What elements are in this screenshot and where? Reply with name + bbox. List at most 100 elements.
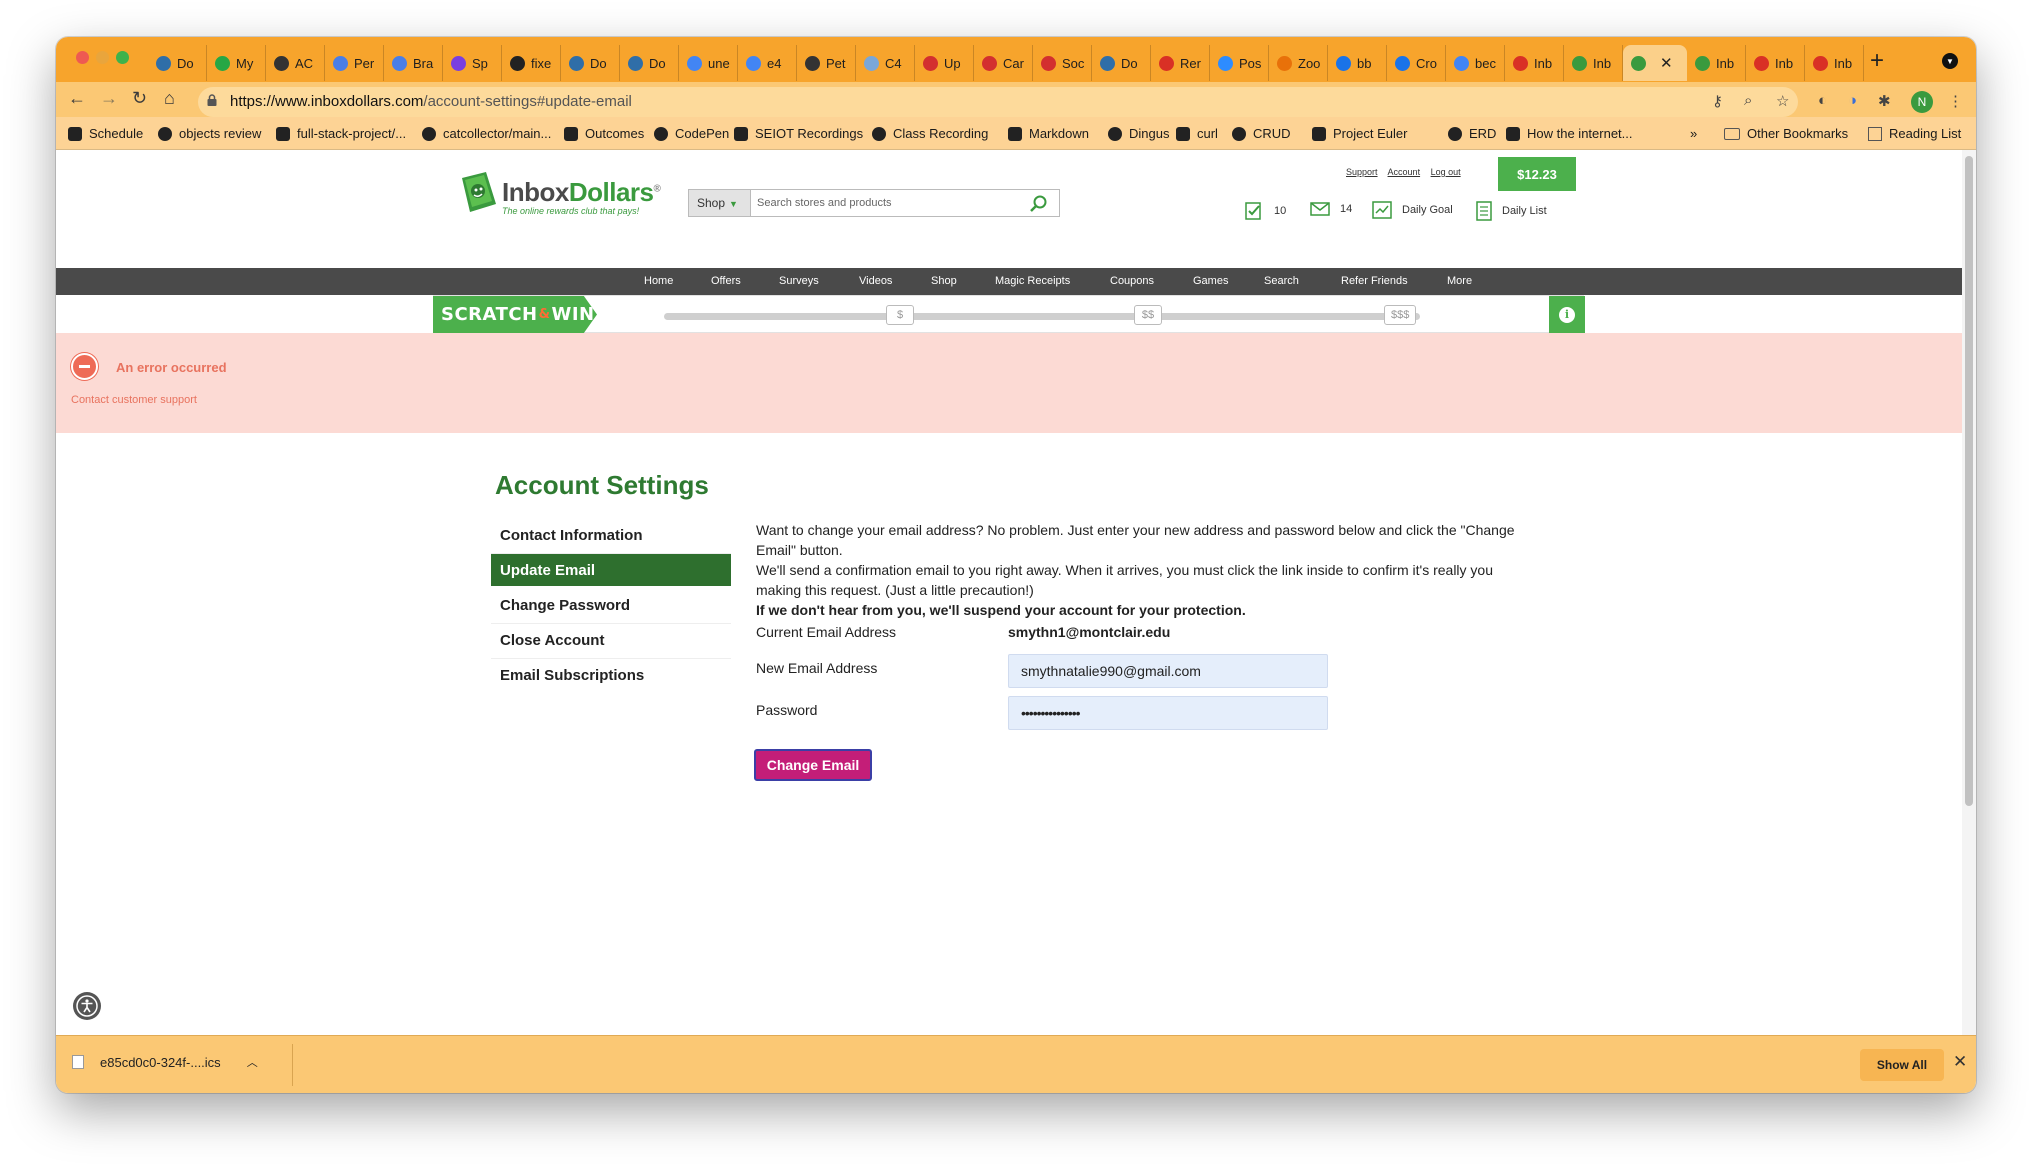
bookmark-item[interactable]: Outcomes — [564, 126, 644, 141]
bookmark-item[interactable]: SEIOT Recordings — [734, 126, 863, 141]
password-input[interactable]: ••••••••••••••• — [1008, 696, 1328, 730]
browser-tab[interactable]: bb — [1328, 45, 1387, 81]
nav-item[interactable]: Offers — [711, 275, 741, 287]
reading-list[interactable]: Reading List — [1868, 126, 1961, 141]
bookmark-star-icon[interactable]: ☆ — [1776, 92, 1789, 110]
browser-tab[interactable]: Do — [620, 45, 679, 81]
puzzle-icon[interactable]: ✱ — [1878, 92, 1891, 110]
account-link[interactable]: Account — [1388, 167, 1421, 177]
bookmark-item[interactable]: Schedule — [68, 126, 143, 141]
nav-item[interactable]: Shop — [931, 275, 957, 287]
browser-tab[interactable]: Inb — [1564, 45, 1623, 81]
accessibility-button[interactable] — [73, 992, 101, 1020]
logout-link[interactable]: Log out — [1431, 167, 1461, 177]
browser-tab[interactable]: Do — [148, 45, 207, 81]
minimize-window-button[interactable] — [96, 51, 109, 64]
menu-close-account[interactable]: Close Account — [491, 624, 731, 659]
home-icon[interactable]: ⌂ — [164, 88, 175, 109]
new-tab-button[interactable]: + — [1870, 47, 1884, 75]
browser-tab[interactable]: Sp — [443, 45, 502, 81]
menu-contact-information[interactable]: Contact Information — [491, 519, 731, 554]
browser-tab[interactable]: Inb — [1746, 45, 1805, 81]
bookmark-item[interactable]: full-stack-project/... — [276, 126, 406, 141]
browser-tab[interactable]: bec — [1446, 45, 1505, 81]
browser-tab[interactable]: Pos — [1210, 45, 1269, 81]
browser-tab[interactable]: ✕ — [1623, 45, 1687, 81]
browser-tab[interactable]: AC — [266, 45, 325, 81]
browser-tab[interactable]: Do — [1092, 45, 1151, 81]
nav-item[interactable]: Videos — [859, 275, 892, 287]
bookmark-item[interactable]: Class Recording — [872, 126, 988, 141]
nav-item[interactable]: Games — [1193, 275, 1228, 287]
browser-tab[interactable]: une — [679, 45, 738, 81]
browser-tab[interactable]: My — [207, 45, 266, 81]
nav-item[interactable]: Home — [644, 275, 673, 287]
nav-item[interactable]: Magic Receipts — [995, 275, 1070, 287]
balance-button[interactable]: $12.23 — [1498, 157, 1576, 191]
bookmark-item[interactable]: CodePen — [654, 126, 729, 141]
menu-email-subscriptions[interactable]: Email Subscriptions — [491, 659, 731, 694]
page-scrollbar[interactable] — [1962, 150, 1976, 1035]
search-icon[interactable] — [1029, 194, 1049, 214]
scrollbar-thumb[interactable] — [1965, 156, 1973, 806]
browser-tab[interactable]: Inb — [1687, 45, 1746, 81]
browser-tab[interactable]: Per — [325, 45, 384, 81]
tasks-stat[interactable]: 10 — [1244, 201, 1286, 221]
browser-tab[interactable]: Inb — [1505, 45, 1564, 81]
browser-tab[interactable]: Soc — [1033, 45, 1092, 81]
scratch-win-badge[interactable]: SCRATCH & WIN — [433, 296, 597, 333]
bookmarks-overflow[interactable]: » — [1690, 126, 1697, 141]
contact-support-link[interactable]: Contact customer support — [71, 394, 197, 406]
profile-avatar[interactable]: N — [1911, 91, 1933, 113]
search-category-select[interactable]: Shop ▼ — [689, 190, 751, 216]
bookmark-item[interactable]: ERD — [1448, 126, 1496, 141]
browser-tab[interactable]: Rer — [1151, 45, 1210, 81]
extension-icon[interactable]: ◐ — [1818, 92, 1827, 109]
support-link[interactable]: Support — [1346, 167, 1378, 177]
url-text[interactable]: https://www.inboxdollars.com/account-set… — [230, 93, 632, 110]
menu-update-email[interactable]: Update Email — [491, 554, 731, 586]
download-item[interactable]: e85cd0c0-324f-....ics ︿ — [72, 1054, 258, 1070]
change-email-button[interactable]: Change Email — [754, 749, 872, 781]
browser-tab[interactable]: e4 — [738, 45, 797, 81]
chevron-up-icon[interactable]: ︿ — [247, 1054, 258, 1070]
nav-item[interactable]: More — [1447, 275, 1472, 287]
browser-tab[interactable]: Inb — [1805, 45, 1864, 81]
menu-icon[interactable]: ⋮ — [1948, 92, 1963, 110]
key-icon[interactable]: ⚷ — [1712, 92, 1723, 110]
browser-tab[interactable]: Car — [974, 45, 1033, 81]
browser-tab[interactable]: Zoo — [1269, 45, 1328, 81]
nav-item[interactable]: Refer Friends — [1341, 275, 1408, 287]
browser-tab[interactable]: Bra — [384, 45, 443, 81]
bookmark-item[interactable]: catcollector/main... — [422, 126, 551, 141]
browser-tab[interactable]: fixe — [502, 45, 561, 81]
bookmark-item[interactable]: Markdown — [1008, 126, 1089, 141]
close-tab-icon[interactable]: ✕ — [1660, 54, 1673, 72]
mail-stat[interactable]: 14 — [1310, 201, 1352, 217]
extension-2-icon[interactable]: ◑ — [1848, 92, 1857, 109]
bookmark-item[interactable]: How the internet... — [1506, 126, 1633, 141]
maximize-window-button[interactable] — [116, 51, 129, 64]
daily-goal-link[interactable]: Daily Goal — [1372, 201, 1453, 219]
browser-tab[interactable]: Pet — [797, 45, 856, 81]
bookmark-item[interactable]: CRUD — [1232, 126, 1291, 141]
close-window-button[interactable] — [76, 51, 89, 64]
forward-icon[interactable]: → — [100, 88, 118, 109]
browser-tab[interactable]: Cro — [1387, 45, 1446, 81]
other-bookmarks[interactable]: Other Bookmarks — [1724, 126, 1848, 141]
tab-search-icon[interactable]: ▼ — [1942, 53, 1958, 69]
show-all-button[interactable]: Show All — [1860, 1049, 1944, 1081]
browser-tab[interactable]: C4 — [856, 45, 915, 81]
close-icon[interactable]: ✕ — [1953, 1052, 1967, 1072]
browser-tab[interactable]: Up — [915, 45, 974, 81]
browser-tab[interactable]: Do — [561, 45, 620, 81]
nav-item[interactable]: Coupons — [1110, 275, 1154, 287]
nav-item[interactable]: Surveys — [779, 275, 819, 287]
bookmark-item[interactable]: objects review — [158, 126, 261, 141]
bookmark-item[interactable]: Dingus — [1108, 126, 1169, 141]
search-input[interactable]: Search stores and products — [757, 197, 892, 209]
scratch-info-button[interactable]: i — [1549, 296, 1585, 333]
new-email-input[interactable]: smythnatalie990@gmail.com — [1008, 654, 1328, 688]
nav-item[interactable]: Search — [1264, 275, 1299, 287]
reload-icon[interactable]: ↻ — [132, 88, 147, 109]
